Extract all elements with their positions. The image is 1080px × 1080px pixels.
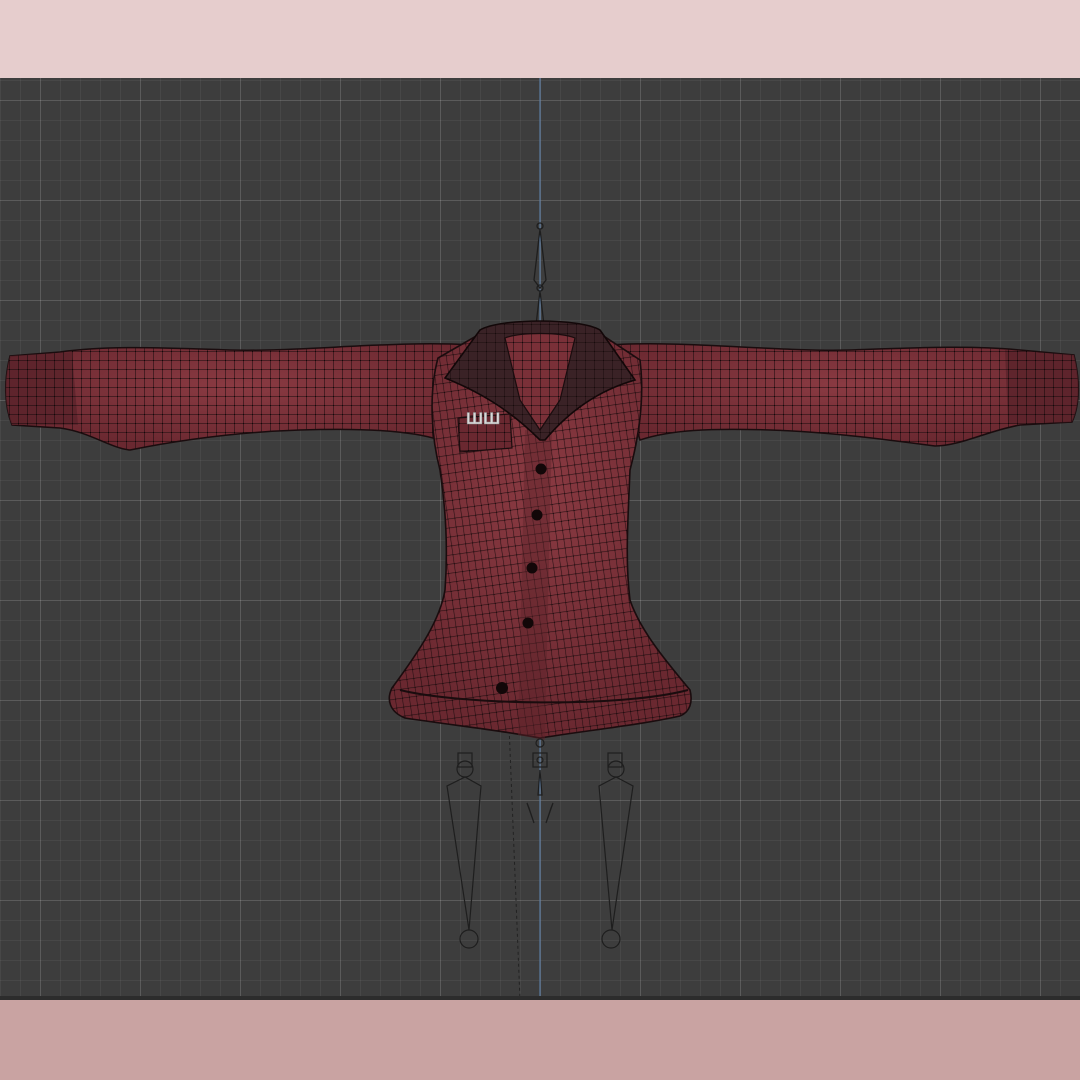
left-sleeve	[4, 343, 472, 451]
right-leg-bone[interactable]	[598, 752, 634, 949]
chest-pocket: ШШ	[457, 409, 513, 453]
pocket-label: ШШ	[466, 409, 500, 428]
button	[496, 682, 508, 694]
button	[535, 463, 547, 475]
button	[522, 617, 534, 629]
right-sleeve	[608, 343, 1080, 447]
bottom-background-band	[0, 1000, 1080, 1080]
ground-guide-line	[507, 699, 521, 1001]
scene-canvas[interactable]: ШШ	[0, 0, 1080, 1080]
left-leg-bone[interactable]	[446, 752, 482, 949]
button	[531, 509, 543, 521]
button	[526, 562, 538, 574]
